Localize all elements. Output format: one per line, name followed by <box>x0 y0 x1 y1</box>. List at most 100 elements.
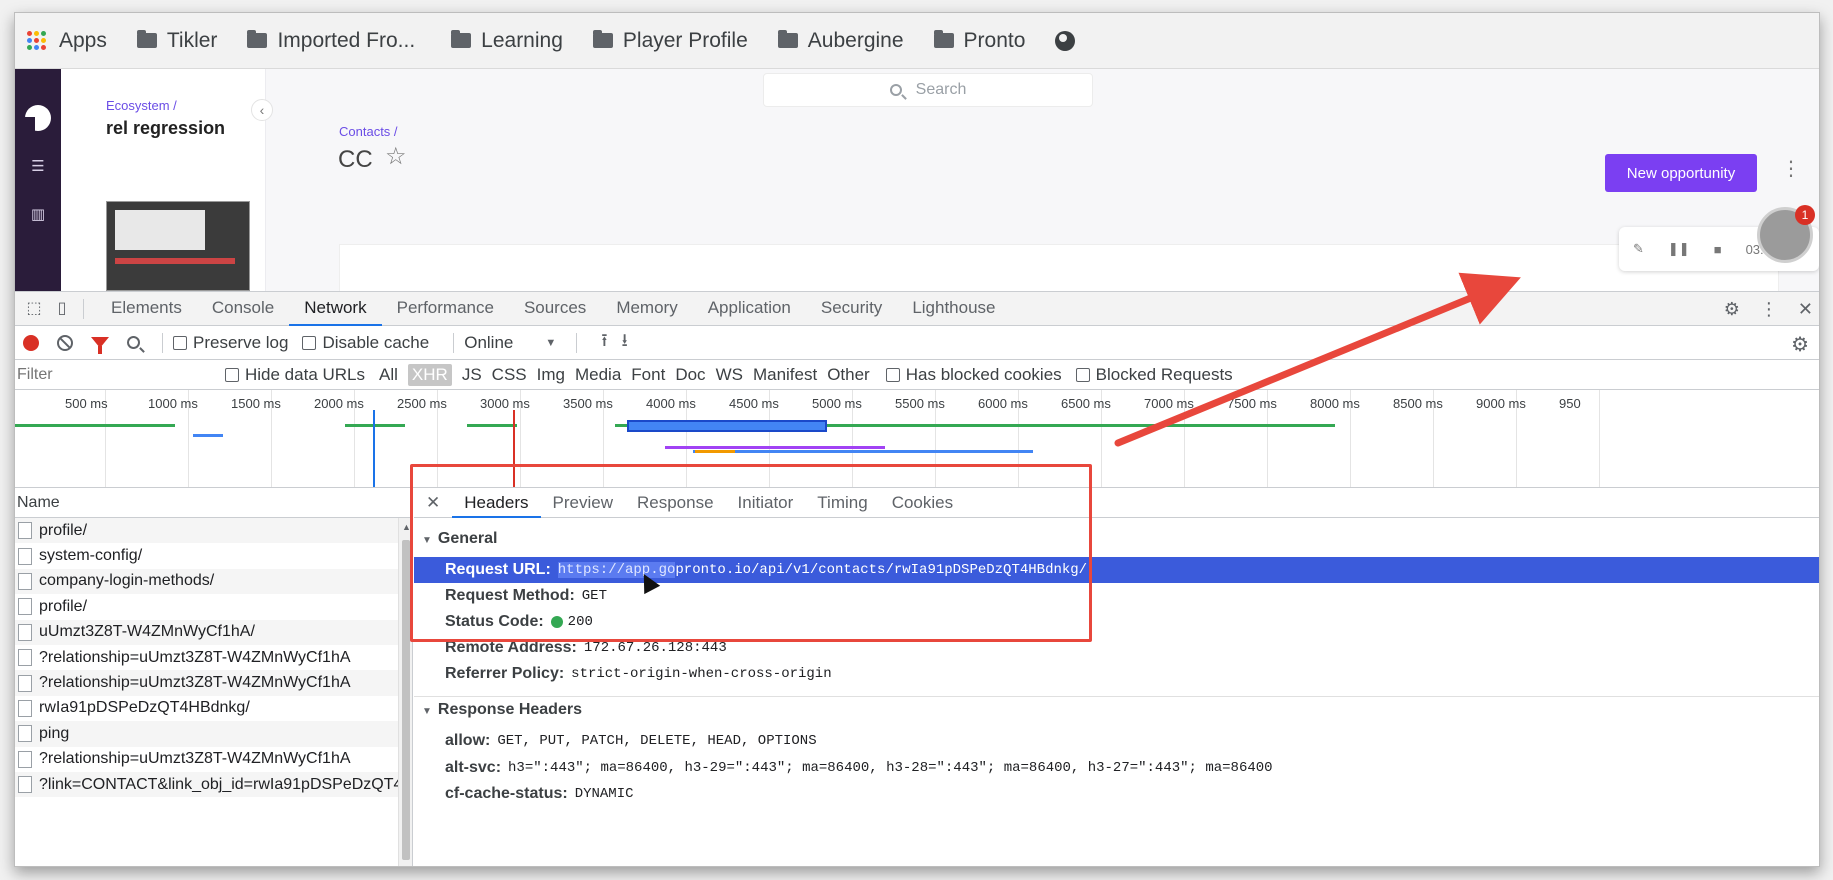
more-options-icon[interactable]: ⋮ <box>1781 159 1801 179</box>
filter-type-css[interactable]: CSS <box>492 365 527 385</box>
tab-network[interactable]: Network <box>289 292 382 326</box>
video-thumbnail[interactable] <box>106 201 250 291</box>
bookmark-pronto[interactable]: Pronto <box>933 29 1025 53</box>
response-headers-section-toggle[interactable]: ▼ Response Headers <box>422 701 582 719</box>
filter-input[interactable] <box>15 362 225 387</box>
tab-security[interactable]: Security <box>806 292 897 326</box>
request-row[interactable]: uUmzt3Z8T-W4ZMnWyCf1hA/ <box>15 619 412 645</box>
bookmark-player-profile[interactable]: Player Profile <box>592 29 748 53</box>
filter-type-font[interactable]: Font <box>631 365 665 385</box>
chart-icon[interactable]: ▥ <box>28 207 48 223</box>
filter-type-other[interactable]: Other <box>827 365 870 385</box>
request-list-scrollbar[interactable]: ▲ <box>398 518 412 866</box>
filter-type-js[interactable]: JS <box>462 365 482 385</box>
close-icon[interactable]: ✕ <box>426 493 440 513</box>
bookmark-globe[interactable] <box>1055 30 1076 51</box>
header-row-cf-cache-status[interactable]: cf-cache-status: DYNAMIC <box>414 781 1819 807</box>
customize-kebab-icon[interactable]: ⋮ <box>1760 299 1778 320</box>
ecosystem-breadcrumb[interactable]: Ecosystem / <box>106 98 177 113</box>
tab-cookies[interactable]: Cookies <box>880 488 965 518</box>
network-overview-timeline[interactable]: 500 ms 1000 ms 1500 ms 2000 ms 2500 ms 3000 m… <box>15 390 1819 488</box>
request-row[interactable]: ping <box>15 721 412 747</box>
bookmark-imported[interactable]: Imported Fro... <box>247 29 415 53</box>
bookmark-apps[interactable]: Apps <box>27 29 107 53</box>
new-opportunity-button[interactable]: New opportunity <box>1605 154 1757 192</box>
filter-type-ws[interactable]: WS <box>716 365 743 385</box>
device-toolbar-icon[interactable]: ▯ <box>53 300 71 318</box>
header-row-remote-address[interactable]: Remote Address: 172.67.26.128:443 <box>414 635 1819 661</box>
tab-preview[interactable]: Preview <box>541 488 625 518</box>
checkbox-box[interactable] <box>1075 367 1090 382</box>
request-row[interactable]: ?relationship=uUmzt3Z8T-W4ZMnWyCf1hA <box>15 747 412 772</box>
preserve-log-checkbox[interactable]: Preserve log <box>173 333 288 353</box>
header-row-request-url[interactable]: Request URL: https://app.gopronto.io/api… <box>414 557 1819 583</box>
export-har-icon[interactable]: ⭳ <box>622 328 628 358</box>
bookmark-learning[interactable]: Learning <box>451 29 563 53</box>
filter-type-manifest[interactable]: Manifest <box>753 365 817 385</box>
tab-headers[interactable]: Headers <box>452 488 541 518</box>
search-bar[interactable]: Search <box>763 73 1093 107</box>
blocked-requests-checkbox[interactable]: Blocked Requests <box>1075 365 1233 385</box>
header-row-alt-svc[interactable]: alt-svc: h3=":443"; ma=86400, h3-29=":44… <box>414 755 1819 781</box>
checkbox-box[interactable] <box>225 367 239 382</box>
list-icon[interactable]: ☰ <box>28 159 48 175</box>
filter-type-media[interactable]: Media <box>575 365 621 385</box>
filter-type-xhr[interactable]: XHR <box>407 363 452 386</box>
request-row[interactable]: ?link=CONTACT&link_obj_id=rwIa91pDSPeDzQ… <box>15 771 412 798</box>
tab-application[interactable]: Application <box>693 292 806 326</box>
request-row[interactable]: system-config/ <box>15 543 412 568</box>
bookmark-tikler[interactable]: Tikler <box>136 29 217 53</box>
pause-icon[interactable]: ❚❚ <box>1668 241 1690 257</box>
request-row[interactable]: profile/ <box>15 518 412 544</box>
filter-funnel-icon[interactable] <box>91 337 109 354</box>
tab-performance[interactable]: Performance <box>382 292 509 326</box>
network-settings-gear-icon[interactable]: ⚙ <box>1791 332 1809 357</box>
header-row-allow[interactable]: allow: GET, PUT, PATCH, DELETE, HEAD, OP… <box>414 728 1819 754</box>
checkbox-box[interactable] <box>173 335 187 350</box>
request-row[interactable]: profile/ <box>15 594 412 619</box>
header-value[interactable]: https://app.gopronto.io/api/v1/contacts/… <box>557 562 1087 578</box>
close-icon[interactable]: ✕ <box>1798 299 1813 320</box>
request-row[interactable]: company-login-methods/ <box>15 568 412 595</box>
tab-lighthouse[interactable]: Lighthouse <box>897 292 1010 326</box>
filter-type-all[interactable]: All <box>379 365 398 385</box>
scrollbar-thumb[interactable] <box>402 540 410 860</box>
hide-data-urls-checkbox[interactable]: Hide data URLs <box>225 365 365 385</box>
search-icon[interactable] <box>127 336 140 349</box>
request-row[interactable]: ?relationship=uUmzt3Z8T-W4ZMnWyCf1hA <box>15 645 412 670</box>
general-section-toggle[interactable]: ▼ General <box>422 530 498 548</box>
request-row[interactable]: rwIa91pDSPeDzQT4HBdnkg/ <box>15 696 412 721</box>
tab-elements[interactable]: Elements <box>96 292 197 326</box>
pronto-logo-icon[interactable] <box>25 105 51 131</box>
contacts-breadcrumb[interactable]: Contacts / <box>339 124 398 139</box>
collapse-panel-button[interactable]: ‹ <box>251 99 273 121</box>
checkbox-box[interactable] <box>302 335 317 350</box>
inspect-element-icon[interactable]: ⬚ <box>25 300 43 318</box>
has-blocked-cookies-checkbox[interactable]: Has blocked cookies <box>885 365 1062 385</box>
clear-icon[interactable] <box>57 334 73 351</box>
checkbox-box[interactable] <box>885 367 900 382</box>
tab-response[interactable]: Response <box>625 488 726 518</box>
column-header-name[interactable]: Name <box>15 488 412 518</box>
settings-gear-icon[interactable]: ⚙ <box>1724 299 1740 320</box>
favorite-star-icon[interactable]: ☆ <box>385 142 407 171</box>
throttling-select[interactable]: Online ▼ <box>464 333 556 353</box>
bookmark-aubergine[interactable]: Aubergine <box>777 29 904 53</box>
tab-initiator[interactable]: Initiator <box>726 488 806 518</box>
disable-cache-checkbox[interactable]: Disable cache <box>302 333 429 353</box>
import-har-icon[interactable]: ⭱ <box>601 328 607 358</box>
header-row-status-code[interactable]: Status Code: 200 <box>414 609 1819 635</box>
tab-sources[interactable]: Sources <box>509 292 601 326</box>
request-row[interactable]: ?relationship=uUmzt3Z8T-W4ZMnWyCf1hA <box>15 670 412 696</box>
record-icon[interactable] <box>23 334 39 351</box>
tab-timing[interactable]: Timing <box>805 488 879 518</box>
pen-icon[interactable]: ✎ <box>1633 241 1644 257</box>
tab-console[interactable]: Console <box>197 292 289 326</box>
filter-type-img[interactable]: Img <box>537 365 565 385</box>
tab-memory[interactable]: Memory <box>601 292 692 326</box>
header-row-referrer-policy[interactable]: Referrer Policy: strict-origin-when-cros… <box>414 661 1819 687</box>
filter-type-doc[interactable]: Doc <box>675 365 705 385</box>
scroll-up-icon[interactable]: ▲ <box>402 522 411 532</box>
stop-icon[interactable]: ■ <box>1714 242 1722 257</box>
header-row-request-method[interactable]: Request Method: GET <box>414 583 1819 609</box>
